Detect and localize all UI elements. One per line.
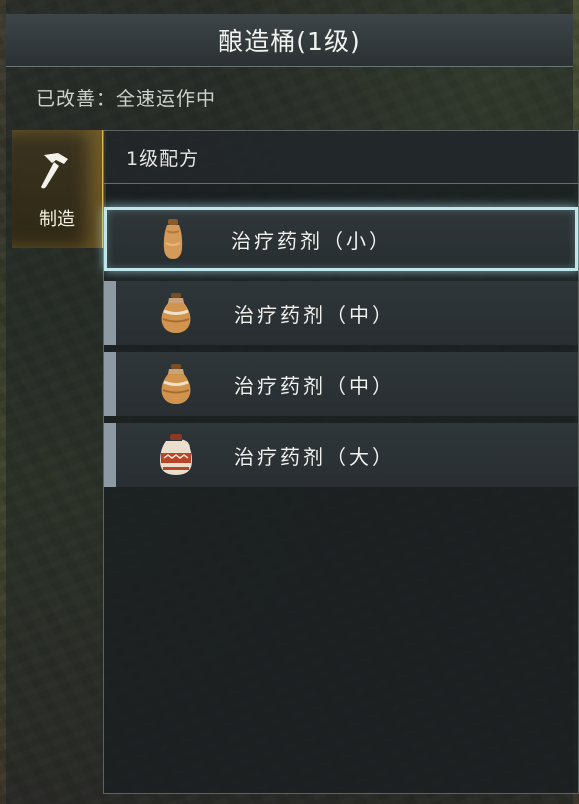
recipe-panel: 1级配方 治疗药剂（小） 治疗药剂（中） 治疗药剂（中） 治疗药剂（大） [103, 130, 579, 794]
recipe-item-medium-potion[interactable]: 治疗药剂（中） [104, 281, 578, 345]
medium-potion-icon [156, 360, 196, 408]
medium-potion-icon [156, 289, 196, 337]
brewing-barrel-window: 酿造桶(1级) 已改善：全速运作中 制造 1级配方 治疗药剂（小） 治疗药剂（中… [6, 0, 579, 804]
recipe-panel-header: 1级配方 [104, 131, 578, 184]
status-text: 已改善：全速运作中 [36, 88, 217, 110]
recipe-list: 治疗药剂（小） 治疗药剂（中） 治疗药剂（中） 治疗药剂（大） [104, 207, 578, 494]
recipe-item-label: 治疗药剂（中） [234, 373, 395, 398]
recipe-tier-title: 1级配方 [126, 147, 200, 170]
recipe-item-label: 治疗药剂（中） [234, 302, 395, 327]
recipe-item-label: 治疗药剂（大） [234, 444, 395, 469]
recipe-item-small-potion[interactable]: 治疗药剂（小） [104, 207, 578, 271]
title-bar: 酿造桶(1级) [6, 14, 573, 67]
large-potion-icon [156, 431, 196, 479]
recipe-item-label: 治疗药剂（小） [231, 228, 392, 253]
recipe-item-large-potion[interactable]: 治疗药剂（大） [104, 423, 578, 487]
window-title: 酿造桶(1级) [218, 27, 361, 56]
tab-craft-label: 制造 [39, 209, 75, 230]
small-potion-icon [153, 215, 193, 263]
recipe-item-medium-potion[interactable]: 治疗药剂（中） [104, 352, 578, 416]
tab-craft[interactable]: 制造 [12, 130, 106, 248]
hammer-icon [34, 147, 80, 197]
